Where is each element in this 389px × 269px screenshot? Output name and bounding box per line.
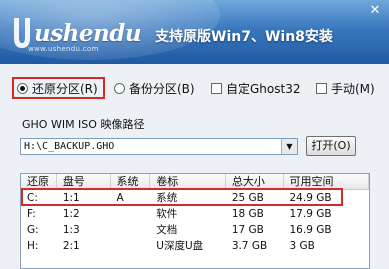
cell-system xyxy=(111,222,151,238)
cell-free-space: 3 GB xyxy=(289,240,315,252)
cell-drive: G: xyxy=(27,224,39,236)
cell-disk-number: 2:1 xyxy=(62,240,80,252)
column-header[interactable]: 系统 xyxy=(111,174,151,189)
column-header[interactable]: 盘号 xyxy=(57,174,111,189)
logo-text: ushendu xyxy=(34,20,142,47)
column-header[interactable]: 还原 xyxy=(21,174,57,189)
image-path-combobox[interactable]: H:\C_BACKUP.GHO ▼ xyxy=(20,138,298,155)
cell-system xyxy=(111,238,151,254)
cell-free-space: 16.9 GB xyxy=(289,224,332,236)
cell-system xyxy=(111,206,151,222)
cell-drive: F: xyxy=(27,208,36,220)
manual-checkbox[interactable]: 手动(M) xyxy=(316,79,375,97)
selected-row-highlight-box xyxy=(21,188,343,206)
checkbox-icon xyxy=(316,82,327,94)
logo-subtitle: www.ushendu.com xyxy=(28,45,99,53)
cell-drive: H: xyxy=(27,240,39,252)
cell-free-space: 17.9 GB xyxy=(289,208,332,220)
cell-total-size: 18 GB xyxy=(231,208,264,220)
table-row[interactable]: H: 2:1 U深度U盘 3.7 GB 3 GB xyxy=(21,238,369,254)
open-button[interactable]: 打开(O) xyxy=(306,136,356,156)
restore-partition-radio[interactable]: 还原分区(R) xyxy=(17,79,98,97)
cell-disk-number: 1:3 xyxy=(62,224,80,236)
cell-volume-label: 文档 xyxy=(156,224,178,236)
radio-icon xyxy=(114,82,125,94)
manual-label: 手动(M) xyxy=(331,81,375,96)
table-row[interactable]: F: 1:2 软件 18 GB 17.9 GB xyxy=(21,206,369,222)
backup-partition-label: 备份分区(B) xyxy=(129,81,195,96)
image-path-value: H:\C_BACKUP.GHO xyxy=(24,141,115,152)
close-button[interactable]: ✕ xyxy=(367,4,383,18)
chevron-down-icon[interactable]: ▼ xyxy=(281,139,297,154)
column-header[interactable]: 卷标 xyxy=(150,174,226,189)
cell-total-size: 17 GB xyxy=(231,224,264,236)
checkbox-icon xyxy=(211,82,222,94)
cell-volume-label: 软件 xyxy=(156,208,178,220)
column-header[interactable]: 总大小 xyxy=(226,174,284,189)
cell-total-size: 3.7 GB xyxy=(231,240,268,252)
image-path-label: GHO WIM ISO 映像路径 xyxy=(22,118,145,131)
cell-disk-number: 1:2 xyxy=(62,208,80,220)
ushendu-logo: ushendu www.ushendu.com xyxy=(8,12,142,53)
column-header[interactable]: 可用空间 xyxy=(284,174,369,189)
radio-selected-icon xyxy=(17,82,28,94)
restore-partition-label: 还原分区(R) xyxy=(32,81,98,96)
backup-partition-radio[interactable]: 备份分区(B) xyxy=(114,79,195,97)
custom-ghost32-label: 自定Ghost32 xyxy=(226,81,301,96)
table-row[interactable]: G: 1:3 文档 17 GB 16.9 GB xyxy=(21,222,369,238)
header-banner: ushendu www.ushendu.com 支持原版Win7、Win8安装 … xyxy=(0,0,389,64)
banner-slogan: 支持原版Win7、Win8安装 xyxy=(155,29,333,45)
custom-ghost32-checkbox[interactable]: 自定Ghost32 xyxy=(211,79,300,97)
cell-volume-label: U深度U盘 xyxy=(156,240,204,252)
